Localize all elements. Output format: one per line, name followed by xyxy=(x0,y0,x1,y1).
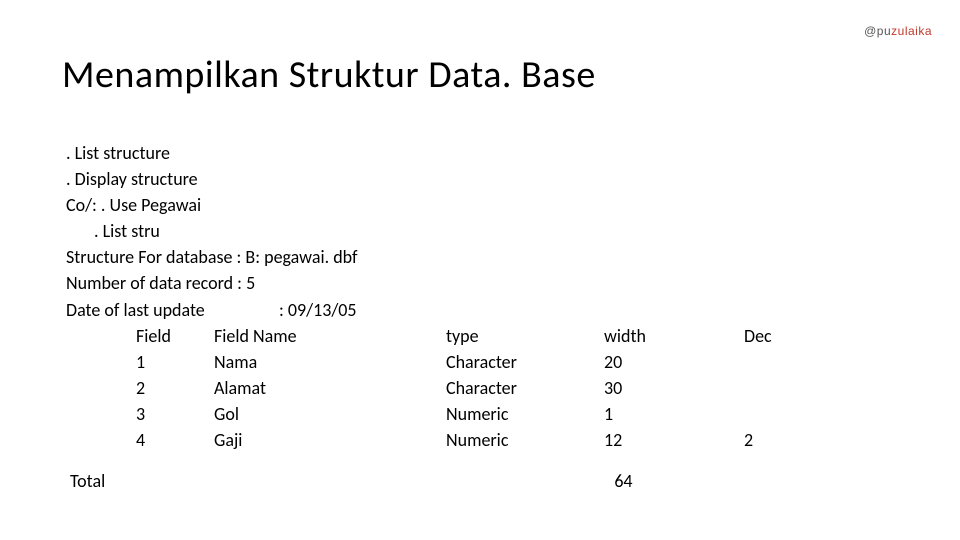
watermark-accent: zulaika xyxy=(891,24,932,38)
field-header-row: Field Field Name type width Dec xyxy=(66,323,804,349)
header-name: Field Name xyxy=(214,323,446,349)
total-label: Total xyxy=(70,470,105,492)
watermark-plain: @pu xyxy=(864,24,891,38)
total-line: Total 64 xyxy=(70,470,633,492)
field-row: 2 Alamat Character 30 xyxy=(66,375,804,401)
watermark: @puzulaika xyxy=(864,24,932,38)
line-structure-for: Structure For database : B: pegawai. dbf xyxy=(66,244,804,270)
line-record-count: Number of data record : 5 xyxy=(66,270,804,296)
field-row: 1 Nama Character 20 xyxy=(66,349,804,375)
header-type: type xyxy=(446,323,604,349)
field-row: 3 Gol Numeric 1 xyxy=(66,401,804,427)
line-last-update: Date of last update: 09/13/05 xyxy=(66,297,804,323)
body-block: . List structure . Display structure Co/… xyxy=(66,140,804,453)
header-dec: Dec xyxy=(744,323,804,349)
line-display-structure: . Display structure xyxy=(66,166,804,192)
total-value: 64 xyxy=(614,470,632,492)
page-title: Menampilkan Struktur Data. Base xyxy=(62,52,596,98)
field-row: 4 Gaji Numeric 12 2 xyxy=(66,427,804,453)
header-field: Field xyxy=(136,323,214,349)
line-use-pegawai: Co/: . Use Pegawai xyxy=(66,192,804,218)
header-width: width xyxy=(604,323,744,349)
line-list-stru: . List stru xyxy=(66,218,804,244)
line-list-structure: . List structure xyxy=(66,140,804,166)
